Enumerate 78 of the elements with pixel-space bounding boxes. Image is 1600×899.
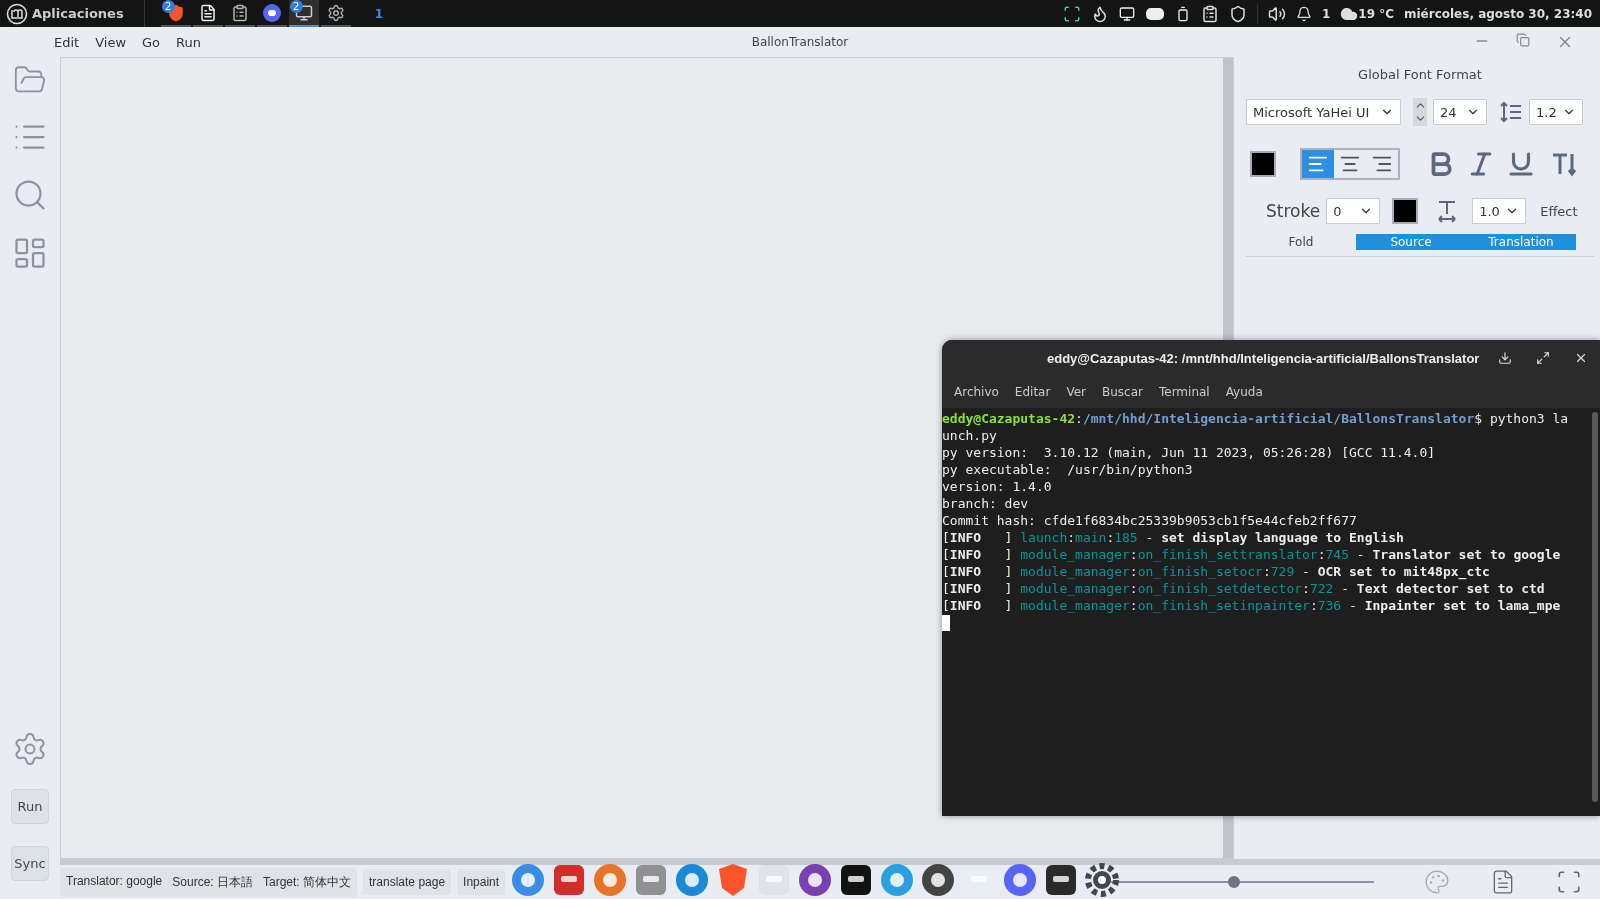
- maximize-icon[interactable]: [1536, 351, 1550, 365]
- terminal-line: version: 1.4.0: [942, 478, 1053, 495]
- terminal-line: [INFO ] module_manager:on_finish_setocr:729 - OCR set to mit48px_ctc: [942, 563, 1491, 580]
- line-spacing-select[interactable]: 1.2: [1529, 99, 1583, 125]
- align-button[interactable]: [1302, 150, 1334, 178]
- terminal-line: [INFO ] module_manager:on_finish_setdetector:722 - Text detector set to ctd: [942, 580, 1546, 597]
- status-text: Inpaint: [463, 875, 500, 889]
- applications-menu[interactable]: Aplicaciones: [32, 6, 124, 21]
- menu-item[interactable]: Edit: [48, 32, 86, 52]
- close-icon[interactable]: [1574, 351, 1588, 365]
- line-spacing-icon[interactable]: [1499, 100, 1523, 124]
- text-cursor: [942, 615, 950, 631]
- workspace-switcher[interactable]: 1: [374, 6, 384, 21]
- status-text: Target: 简体中文: [263, 873, 351, 891]
- color-swatch[interactable]: [1250, 151, 1276, 177]
- letter-spacing-icon[interactable]: [1436, 199, 1459, 223]
- status-panel[interactable]: translate page: [363, 869, 452, 895]
- font-select[interactable]: Microsoft YaHei UI: [1246, 99, 1401, 125]
- panel-tab[interactable]: Fold: [1246, 234, 1356, 250]
- gear-icon[interactable]: [1084, 862, 1120, 898]
- menu-item[interactable]: Archivo: [954, 385, 999, 399]
- menu-item[interactable]: Ayuda: [1225, 385, 1263, 399]
- taskbar-app[interactable]: 2: [160, 0, 191, 27]
- status-panel[interactable]: Inpaint: [457, 869, 506, 895]
- monitor-icon[interactable]: [1118, 5, 1135, 22]
- terminal-line: [INFO ] module_manager:on_finish_settranslator:745 - Translator set to google: [942, 546, 1562, 563]
- crop-frame-icon[interactable]: [1556, 869, 1582, 895]
- status-panel[interactable]: Translator: google Source: 日本語 Target: 简体中文: [60, 867, 357, 897]
- menu-item[interactable]: Editar: [1014, 385, 1051, 399]
- spin-buttons[interactable]: [1413, 98, 1427, 126]
- stroke-select[interactable]: 0: [1326, 198, 1381, 224]
- temperature[interactable]: 19 °C: [1358, 6, 1394, 21]
- download-icon[interactable]: [1498, 351, 1512, 365]
- logo-icon[interactable]: [6, 2, 28, 25]
- terminal-line: unch.py: [942, 427, 998, 444]
- restore-icon[interactable]: [1516, 33, 1530, 47]
- stroke-label: Stroke: [1266, 201, 1321, 221]
- status-text: Translator: google: [66, 873, 163, 890]
- clipboard-icon[interactable]: [1200, 4, 1219, 23]
- sidebar-button[interactable]: Run: [11, 789, 49, 824]
- menu-item[interactable]: Buscar: [1102, 385, 1143, 399]
- terminal-line: Commit hash: cfde1f6834bc25339b9053cb1f5e44cfeb2ff677: [942, 512, 1358, 529]
- letter-spacing-select[interactable]: 1.0: [1472, 198, 1527, 224]
- scrollbar[interactable]: [1223, 58, 1233, 340]
- layout-icon[interactable]: [12, 235, 48, 271]
- stroke-color-swatch[interactable]: [1392, 198, 1419, 224]
- panel-title: Global Font Format: [1357, 67, 1483, 82]
- taskbar-app[interactable]: 2: [288, 0, 319, 27]
- window-title: BallonTranslator: [751, 35, 849, 49]
- volume-icon[interactable]: [1267, 4, 1286, 23]
- menu-item[interactable]: Ver: [1066, 385, 1086, 399]
- terminal-line: py executable: /usr/bin/python3: [942, 461, 1194, 478]
- terminal-line: branch: dev: [942, 495, 1030, 512]
- slider-thumb[interactable]: [1227, 876, 1240, 888]
- menu-item[interactable]: Terminal: [1158, 385, 1210, 399]
- status-text: Source: 日本語: [172, 873, 253, 891]
- size-select[interactable]: 24: [1433, 99, 1487, 125]
- menu-item[interactable]: Go: [136, 32, 167, 52]
- terminal-line: eddy@Cazaputas-42:/mnt/hhd/Inteligencia-artificial/BallonsTranslator$ python3 la: [942, 410, 1570, 427]
- sidebar-button[interactable]: Sync: [11, 846, 49, 881]
- scrollbar[interactable]: [1592, 412, 1598, 802]
- terminal-line: [INFO ] launch:main:185 - set display language to English: [942, 529, 1405, 546]
- status-text: translate page: [369, 875, 446, 889]
- search-icon[interactable]: [12, 177, 48, 213]
- settings-icon[interactable]: [12, 731, 48, 767]
- gear-icon: [326, 3, 345, 22]
- terminal-line: [INFO ] module_manager:on_finish_setinpainter:736 - Inpainter set to lama_mpe: [942, 597, 1562, 614]
- count-badge: 2: [289, 0, 303, 13]
- effect-label[interactable]: Effect: [1540, 203, 1578, 219]
- menu-item[interactable]: View: [89, 32, 133, 52]
- notification-count[interactable]: 1: [1321, 6, 1331, 21]
- terminal-title: eddy@Cazaputas-42: /mnt/hhd/Inteligencia-artificial/BallonsTranslator: [1047, 350, 1480, 366]
- clock[interactable]: miércoles, agosto 30, 23:40: [1403, 6, 1592, 21]
- count-badge: 2: [161, 0, 175, 13]
- menu-item[interactable]: Run: [170, 32, 207, 52]
- bell-icon[interactable]: [1295, 5, 1312, 22]
- terminal-line: py version: 3.10.12 (main, Jun 11 2023, 05:26:28) [GCC 11.4.0]: [942, 444, 1437, 461]
- shield-icon[interactable]: [1228, 4, 1247, 23]
